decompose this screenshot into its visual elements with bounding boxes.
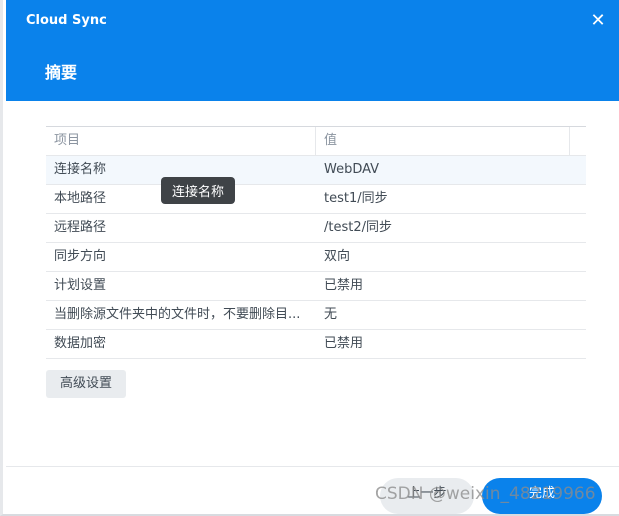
column-header-value[interactable]: 值 (316, 127, 570, 155)
row-value: 无 (324, 307, 338, 322)
watermark: CSDN @weixin_48219966 (375, 484, 596, 504)
row-item: 计划设置 (54, 278, 107, 293)
table-row[interactable]: 连接名称 WebDAV (46, 156, 586, 185)
table-row[interactable]: 计划设置 已禁用 (46, 272, 586, 301)
summary-table: 项目 值 连接名称 WebDAV 本地路径 test1/同步 远程路径 /tes… (46, 126, 586, 359)
row-value: 已禁用 (324, 278, 364, 293)
row-value: 双向 (324, 249, 351, 264)
column-header-item[interactable]: 项目 (46, 127, 316, 155)
row-item: 当删除源文件夹中的文件时，不要删除目... (54, 307, 301, 322)
app-title: Cloud Sync (26, 13, 107, 28)
row-value: WebDAV (324, 162, 380, 177)
dialog-header: Cloud Sync ✕ 摘要 (6, 0, 619, 101)
row-value: 已禁用 (324, 336, 364, 351)
row-item: 同步方向 (54, 249, 107, 264)
table-row[interactable]: 当删除源文件夹中的文件时，不要删除目... 无 (46, 301, 586, 330)
table-row[interactable]: 数据加密 已禁用 (46, 330, 586, 359)
row-item: 数据加密 (54, 336, 107, 351)
cloud-sync-dialog: Cloud Sync ✕ 摘要 项目 值 连接名称 WebDAV 本地路径 te… (0, 0, 619, 516)
table-row[interactable]: 本地路径 test1/同步 (46, 185, 586, 214)
row-value: /test2/同步 (324, 220, 392, 235)
footer-divider (6, 466, 619, 467)
column-header-spacer (570, 127, 586, 155)
close-icon[interactable]: ✕ (588, 11, 608, 31)
step-title: 摘要 (45, 63, 78, 82)
row-value: test1/同步 (324, 191, 388, 206)
tooltip: 连接名称 (161, 177, 236, 204)
advanced-settings-button[interactable]: 高级设置 (46, 370, 126, 398)
row-item: 远程路径 (54, 220, 107, 235)
table-row[interactable]: 远程路径 /test2/同步 (46, 214, 586, 243)
table-row[interactable]: 同步方向 双向 (46, 243, 586, 272)
table-header: 项目 值 (46, 127, 586, 156)
